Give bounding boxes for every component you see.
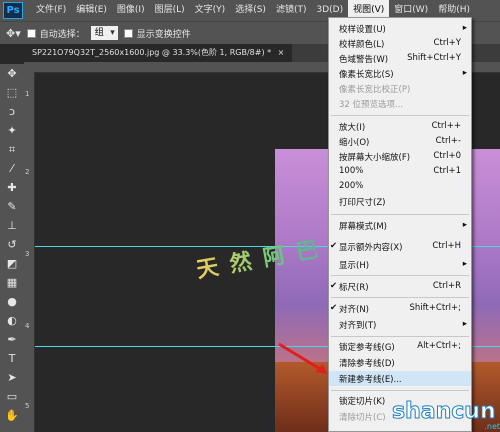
menu-item-print-size[interactable]: 打印尺寸(Z): [329, 194, 471, 209]
blur-tool-icon[interactable]: ●: [0, 292, 24, 311]
document-tab[interactable]: SP221O79Q32T_2560x1600.jpg @ 33.3%(色阶 1,…: [24, 44, 293, 62]
show-transform-label: 显示变换控件: [136, 29, 191, 40]
menu-item-lock-guides[interactable]: 锁定参考线(G) Alt+Ctrl+;: [329, 339, 471, 354]
document-tab-title: SP221O79Q32T_2560x1600.jpg @ 33.3%(色阶 1,…: [32, 48, 272, 57]
menu-separator: [331, 390, 469, 391]
menu-item-200-percent[interactable]: 200%: [329, 179, 471, 194]
site-logo-text: shancun: [392, 399, 497, 425]
menu-separator: [331, 336, 469, 337]
menu-type[interactable]: 文字(Y): [190, 0, 231, 21]
menu-item-fit-screen[interactable]: 按屏幕大小缩放(F) Ctrl+0: [329, 149, 471, 164]
ruler-mark: 5: [25, 402, 30, 410]
vertical-ruler: 1 2 3 4 5: [24, 72, 35, 432]
move-tool-icon[interactable]: ✥▾: [6, 27, 21, 40]
ruler-mark: 1: [25, 90, 30, 98]
menu-item-rulers[interactable]: ✔ 标尺(R) Ctrl+R: [329, 279, 471, 294]
photoshop-logo: Ps: [3, 2, 23, 19]
menu-separator: [331, 214, 469, 215]
eyedropper-icon[interactable]: ⁄: [0, 159, 24, 178]
menu-item-clear-guides[interactable]: 清除参考线(D): [329, 355, 471, 370]
close-icon[interactable]: ×: [278, 48, 285, 57]
menu-image[interactable]: 图像(I): [112, 0, 150, 21]
checkmark-icon: ✔: [330, 303, 338, 313]
crop-tool-icon[interactable]: ⌗: [0, 140, 24, 159]
history-brush-icon[interactable]: ↺: [0, 235, 24, 254]
auto-select-checkbox[interactable]: [26, 28, 36, 38]
auto-select-label: 自动选择：: [39, 29, 85, 40]
menu-edit[interactable]: 编辑(E): [71, 0, 112, 21]
menu-item-proof-setup[interactable]: 校样设置(U) ▸: [329, 21, 471, 36]
tools-panel: ✥ ⬚ ↄ ✦ ⌗ ⁄ ✚ ✎ ⊥ ↺ ◩ ▦ ● ◐ ✒ T ➤ ▭ ✋: [0, 64, 24, 432]
menu-layer[interactable]: 图层(L): [150, 0, 190, 21]
site-logo: shancun .net: [392, 393, 500, 432]
menu-select[interactable]: 选择(S): [230, 0, 271, 21]
eraser-icon[interactable]: ◩: [0, 254, 24, 273]
menu-item-zoom-out[interactable]: 缩小(O) Ctrl+-: [329, 134, 471, 149]
menu-item-32bit-preview: 32 位预览选项...: [339, 100, 404, 110]
gradient-tool-icon[interactable]: ▦: [0, 273, 24, 292]
hand-tool-icon[interactable]: ✋: [0, 406, 24, 425]
pen-tool-icon[interactable]: ✒: [0, 330, 24, 349]
menu-separator: [331, 115, 469, 116]
menu-item-snap-to[interactable]: 对齐到(T) ▸: [329, 317, 471, 332]
menu-item-snap[interactable]: ✔ 对齐(N) Shift+Ctrl+;: [329, 301, 471, 316]
menu-item-pixel-aspect-correction: 像素长宽比校正(P): [339, 85, 411, 95]
auto-select-dropdown[interactable]: 组: [90, 26, 118, 40]
menu-item-100-percent[interactable]: 100% Ctrl+1: [329, 164, 471, 179]
ruler-mark: 4: [25, 322, 30, 330]
type-tool-icon[interactable]: T: [0, 349, 24, 368]
menu-separator: [331, 275, 469, 276]
menu-item-show-extras[interactable]: ✔ 显示额外内容(X) Ctrl+H: [329, 239, 471, 254]
menu-separator: [331, 297, 469, 298]
move-tool-icon[interactable]: ✥: [0, 64, 24, 83]
magic-wand-icon[interactable]: ✦: [0, 121, 24, 140]
view-menu: 校样设置(U) ▸ 校样颜色(L) Ctrl+Y 色域警告(W) Shift+Ctrl…: [328, 17, 472, 432]
auto-select-option[interactable]: 自动选择：: [26, 27, 85, 40]
clone-stamp-icon[interactable]: ⊥: [0, 216, 24, 235]
menu-item-screen-mode[interactable]: 屏幕模式(M) ▸: [329, 218, 471, 233]
marquee-tool-icon[interactable]: ⬚: [0, 83, 24, 102]
healing-brush-icon[interactable]: ✚: [0, 178, 24, 197]
menu-item-new-guide[interactable]: 新建参考线(E)...: [329, 371, 471, 386]
ruler-mark: 3: [25, 250, 30, 258]
shape-tool-icon[interactable]: ▭: [0, 387, 24, 406]
dodge-tool-icon[interactable]: ◐: [0, 311, 24, 330]
menu-filter[interactable]: 滤镜(T): [271, 0, 312, 21]
menu-item-proof-colors[interactable]: 校样颜色(L) Ctrl+Y: [329, 36, 471, 51]
menu-file[interactable]: 文件(F): [31, 0, 71, 21]
brush-tool-icon[interactable]: ✎: [0, 197, 24, 216]
annotation-arrow-icon: [278, 342, 327, 374]
menu-item-pixel-aspect-ratio[interactable]: 像素长宽比(S) ▸: [329, 66, 471, 81]
show-transform-checkbox[interactable]: [123, 28, 133, 38]
menu-item-show[interactable]: 显示(H) ▸: [329, 257, 471, 272]
checkmark-icon: ✔: [330, 241, 338, 251]
menu-item-gamut-warning[interactable]: 色域警告(W) Shift+Ctrl+Y: [329, 51, 471, 66]
path-select-icon[interactable]: ➤: [0, 368, 24, 387]
menu-item-zoom-in[interactable]: 放大(I) Ctrl++: [329, 119, 471, 134]
lasso-tool-icon[interactable]: ↄ: [0, 102, 24, 121]
checkmark-icon: ✔: [330, 281, 338, 291]
show-transform-option[interactable]: 显示变换控件: [123, 27, 191, 40]
site-logo-suffix: .net: [484, 422, 500, 431]
ruler-mark: 2: [25, 168, 30, 176]
